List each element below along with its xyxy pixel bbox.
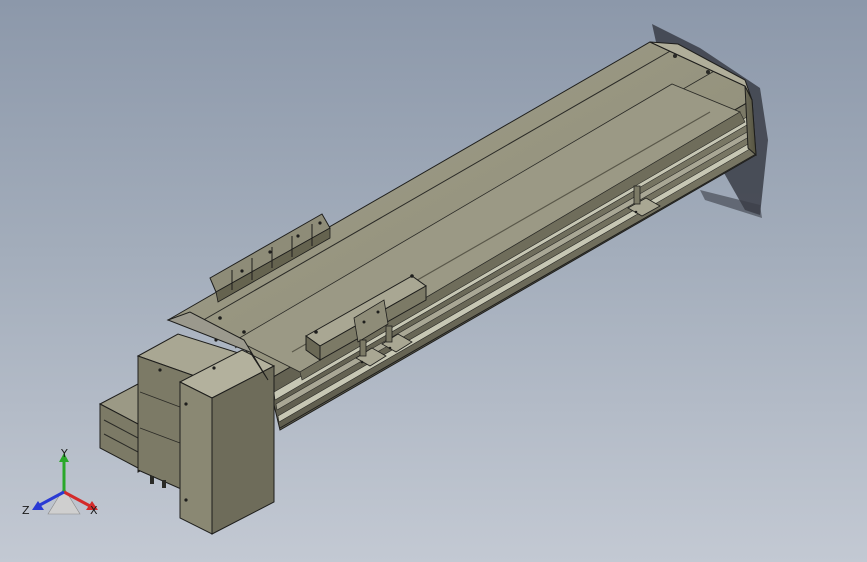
linear-actuator-model[interactable] [0,0,867,562]
x-axis-label: X [90,504,98,517]
y-axis-label: Y [61,447,68,460]
coordinate-triad: Y X Z [22,448,112,528]
graphics-viewport[interactable]: Y X Z [0,0,867,562]
triad-graphic [32,453,98,515]
z-axis-label: Z [22,504,30,517]
motor-housing [98,333,276,535]
